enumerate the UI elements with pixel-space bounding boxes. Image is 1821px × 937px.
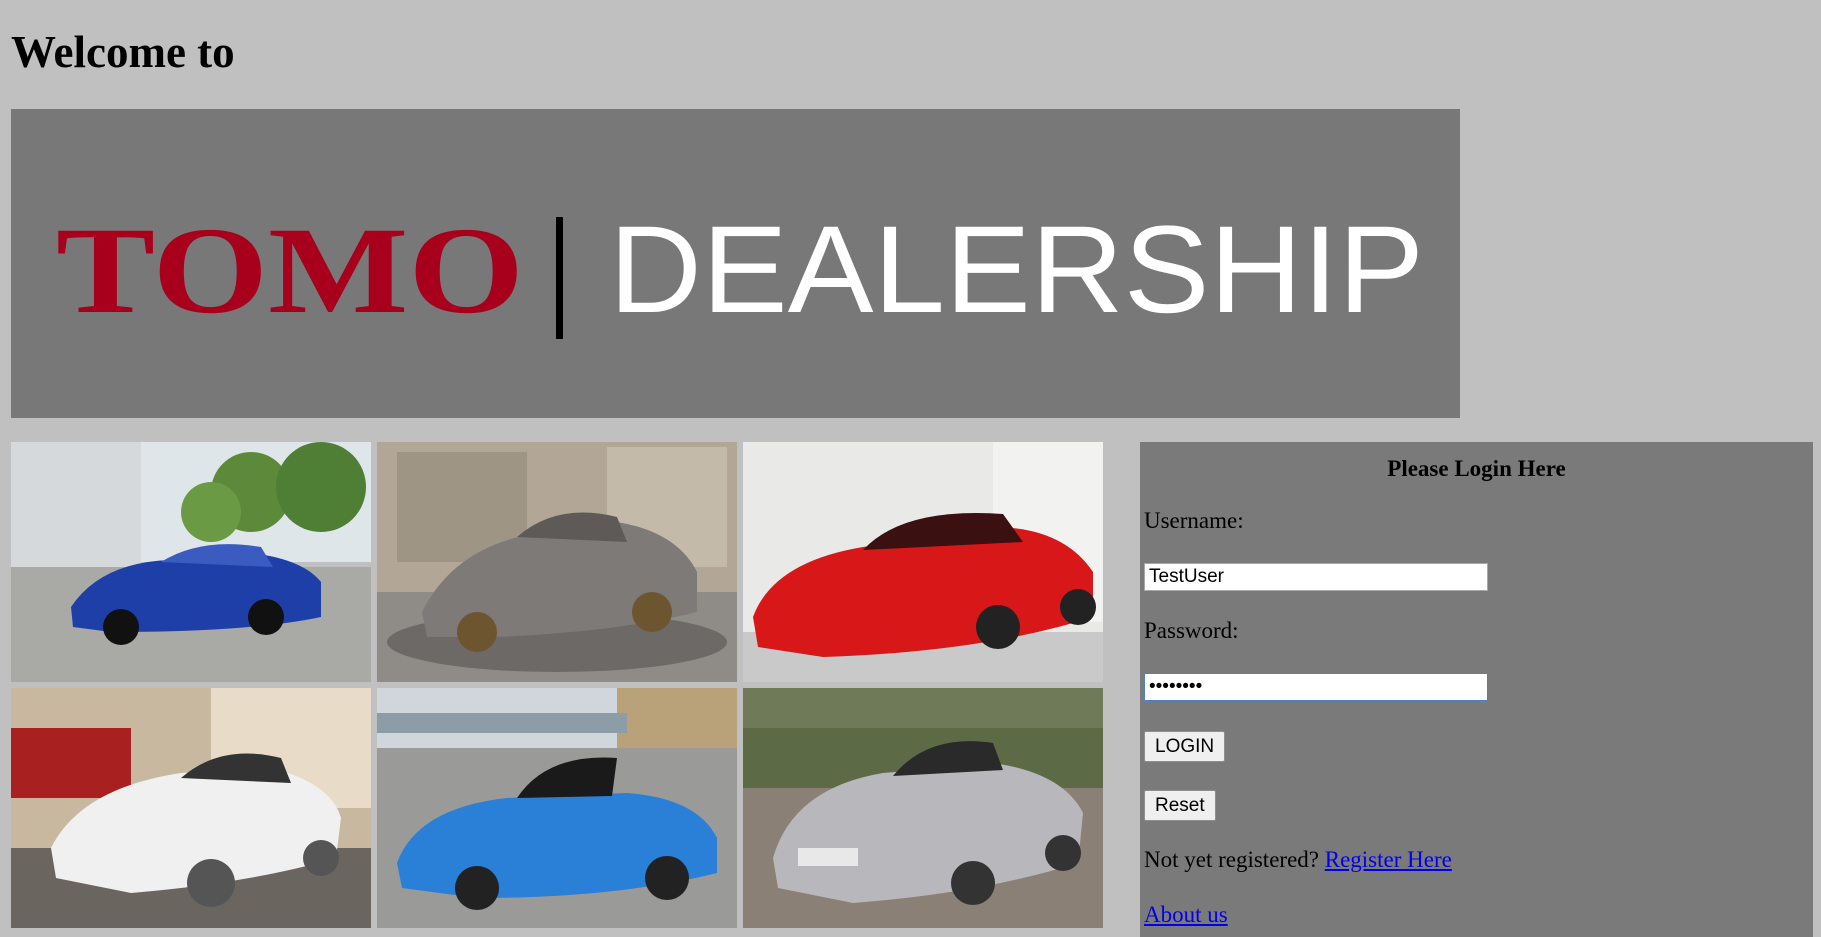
dealership-banner: TOMO DEALERSHIP (11, 109, 1460, 418)
red-coupe-image (743, 442, 1103, 682)
username-input[interactable]: TestUser (1144, 563, 1488, 591)
grey-coupe-image (377, 442, 737, 682)
page-title: Welcome to (11, 27, 235, 77)
register-prompt: Not yet registered? Register Here (1144, 847, 1452, 873)
silver-roadster-image (743, 688, 1103, 928)
username-label: Username: (1144, 508, 1244, 533)
about-us-link[interactable]: About us (1144, 902, 1228, 928)
white-coupe-image (11, 688, 371, 928)
blue-coupe-image (11, 442, 371, 682)
car-photo (743, 442, 1103, 682)
blue-roadster-image (377, 688, 737, 928)
car-photo (11, 688, 371, 928)
login-panel: Please Login Here Username: TestUser Pas… (1140, 442, 1813, 937)
brand-divider (556, 217, 563, 339)
car-photo (743, 688, 1103, 928)
car-gallery (11, 442, 1104, 928)
register-link[interactable]: Register Here (1325, 847, 1452, 872)
login-title: Please Login Here (1387, 456, 1566, 481)
password-label: Password: (1144, 618, 1239, 643)
brand-name-right: DEALERSHIP (609, 201, 1424, 339)
brand-name-left: TOMO (56, 202, 524, 339)
car-photo (377, 442, 737, 682)
car-photo (11, 442, 371, 682)
login-button[interactable]: LOGIN (1144, 731, 1226, 762)
reset-button[interactable]: Reset (1144, 790, 1216, 821)
dealership-logo: TOMO DEALERSHIP (56, 201, 1424, 339)
register-prompt-text: Not yet registered? (1144, 847, 1319, 872)
car-photo (377, 688, 737, 928)
password-input[interactable]: •••••••• (1144, 673, 1488, 701)
